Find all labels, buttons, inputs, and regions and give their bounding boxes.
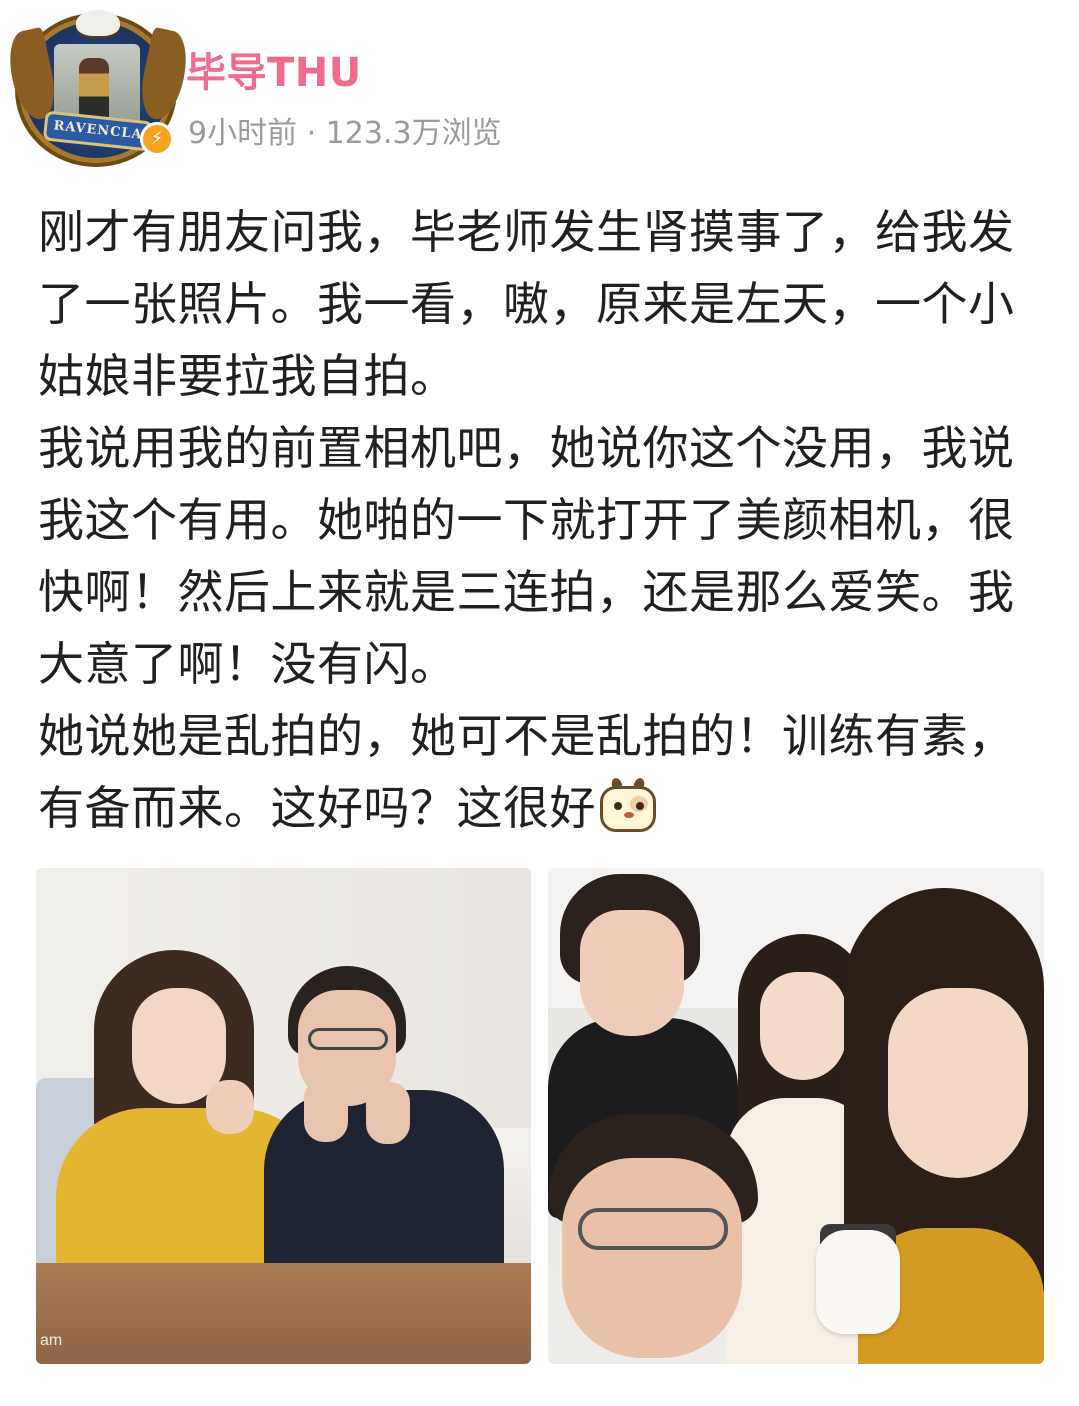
verified-badge-icon: ⚡ xyxy=(140,122,174,156)
photo-boy-hand-right xyxy=(366,1082,410,1144)
post-paragraph-1: 刚才有朋友问我，毕老师发生肾摸事了，给我发了一张照片。我一看，嗷，原来是左天，一… xyxy=(38,205,1015,403)
photo-man1-face xyxy=(580,910,684,1036)
post-text: 刚才有朋友问我，毕老师发生肾摸事了，给我发了一张照片。我一看，嗷，原来是左天，一… xyxy=(38,196,1048,844)
photo-woman1-face xyxy=(760,972,846,1080)
photo-boy-hand-left xyxy=(304,1078,348,1142)
eagle-head-icon xyxy=(76,10,120,36)
post-image-1[interactable]: am xyxy=(36,868,531,1364)
photo-watermark: am xyxy=(40,1332,63,1349)
user-avatar[interactable]: RAVENCLA ⚡ xyxy=(3,10,193,160)
post-image-2[interactable] xyxy=(548,868,1044,1364)
post-header: RAVENCLA ⚡ 毕导THU 9小时前 · 123.3万浏览 xyxy=(3,10,1058,160)
dog-emoji-icon xyxy=(596,776,660,834)
photo-man2-glasses xyxy=(578,1208,728,1250)
post-meta: 9小时前 · 123.3万浏览 xyxy=(188,116,502,151)
photo-toy xyxy=(816,1230,900,1334)
photo-table xyxy=(36,1263,531,1364)
photo-man2-face xyxy=(562,1158,742,1358)
username[interactable]: 毕导THU xyxy=(186,40,362,98)
post-paragraph-3: 她说她是乱拍的，她可不是乱拍的！训练有素，有备而来。这好吗？这很好 xyxy=(38,700,1048,844)
post-paragraph-2: 我说用我的前置相机吧，她说你这个没用，我说我这个有用。她啪的一下就打开了美颜相机… xyxy=(38,421,1015,691)
post-paragraph-3-text: 她说她是乱拍的，她可不是乱拍的！训练有素，有备而来。这好吗？这很好 xyxy=(38,709,1015,835)
photo-woman2-face xyxy=(888,988,1028,1178)
photo-boy-glasses xyxy=(308,1028,388,1050)
photo-girl-hand xyxy=(206,1080,254,1134)
